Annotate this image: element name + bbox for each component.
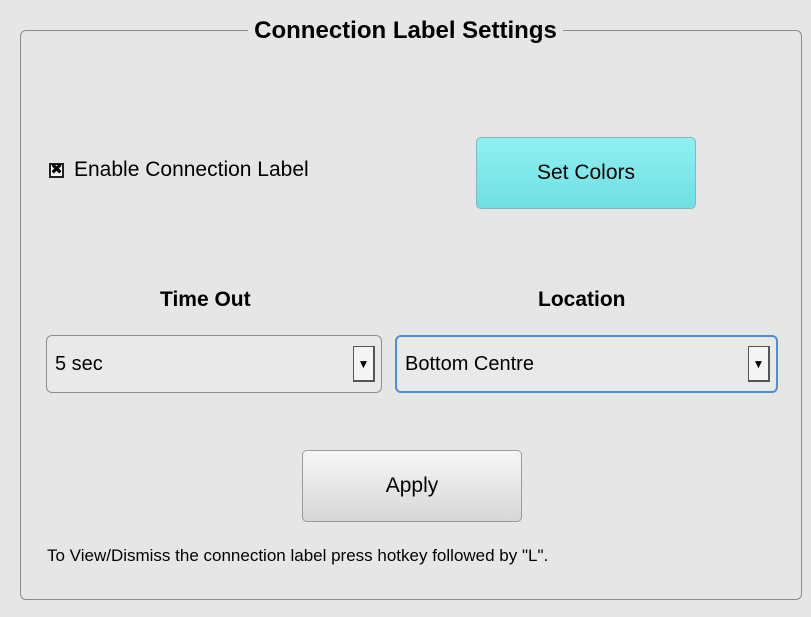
location-label: Location (538, 288, 626, 311)
timeout-label: Time Out (160, 288, 251, 311)
timeout-value: 5 sec (55, 352, 103, 375)
enable-connection-label-text: Enable Connection Label (74, 158, 309, 181)
enable-connection-label-checkbox-row[interactable]: ✖ Enable Connection Label (49, 158, 309, 182)
timeout-dropdown-arrow[interactable]: ▼ (353, 346, 375, 382)
apply-button[interactable]: Apply (302, 450, 522, 522)
timeout-select[interactable]: 5 sec ▼ (46, 335, 382, 393)
chevron-down-icon: ▼ (357, 356, 370, 371)
location-value: Bottom Centre (405, 352, 534, 375)
chevron-down-icon: ▼ (752, 356, 765, 371)
location-dropdown-arrow[interactable]: ▼ (748, 346, 770, 382)
set-colors-button[interactable]: Set Colors (476, 137, 696, 209)
check-icon: ✖ (50, 161, 63, 178)
hotkey-hint: To View/Dismiss the connection label pre… (47, 546, 549, 565)
enable-connection-label-checkbox[interactable]: ✖ (49, 161, 64, 178)
location-select[interactable]: Bottom Centre ▼ (395, 335, 778, 393)
